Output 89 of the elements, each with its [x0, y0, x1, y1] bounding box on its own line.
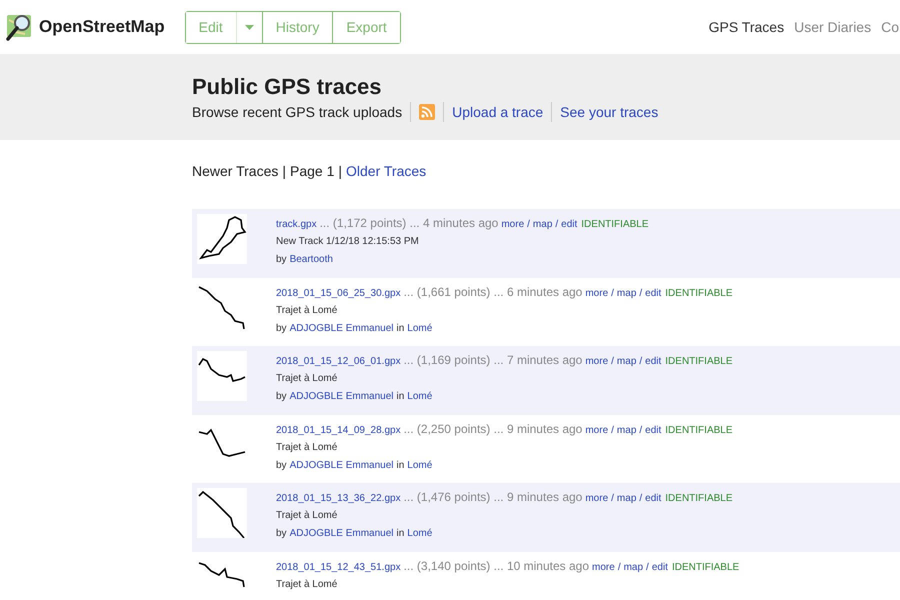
user-link[interactable]: Beartooth [290, 254, 333, 265]
trace-meta: ... (1,476 points) ... 9 minutes ago [404, 490, 582, 504]
link-separator: / [646, 562, 649, 572]
trace-action-link[interactable]: map [616, 288, 636, 298]
trace-description: Trajet à Lomé [276, 373, 338, 384]
site-title[interactable]: OpenStreetMap [39, 17, 165, 37]
trace-action-link[interactable]: edit [645, 288, 662, 298]
trace-file-link[interactable]: 2018_01_15_06_25_30.gpx [276, 288, 401, 298]
nav-link[interactable]: Co [881, 19, 899, 35]
trace-action-link[interactable]: more [585, 493, 608, 504]
visibility-label: IDENTIFIABLE [665, 424, 733, 436]
trace-file-link[interactable]: 2018_01_15_14_09_28.gpx [276, 424, 401, 436]
trace-action-link[interactable]: more [501, 219, 524, 230]
link-separator: / [555, 219, 558, 230]
track-thumbnail[interactable] [197, 488, 247, 538]
older-traces-link[interactable]: Older Traces [346, 163, 426, 179]
pager-text: Newer Traces [192, 163, 278, 179]
trace-file-link[interactable]: 2018_01_15_12_43_51.gpx [276, 562, 401, 572]
banner-link[interactable]: Upload a trace [452, 104, 544, 120]
trace-description: Trajet à Lomé [276, 578, 338, 590]
location-link[interactable]: Lomé [407, 460, 432, 470]
trace-file-link[interactable]: 2018_01_15_13_36_22.gpx [276, 493, 401, 504]
trace-meta: ... (2,250 points) ... 9 minutes ago [404, 422, 582, 436]
user-link[interactable]: ADJOGBLE Emmanuel [290, 460, 394, 470]
caret-icon [244, 24, 254, 30]
pager-separator: | [282, 163, 286, 179]
trace-file-link[interactable]: 2018_01_15_12_06_01.gpx [276, 356, 401, 367]
visibility-label: IDENTIFIABLE [665, 288, 733, 298]
trace-description: Trajet à Lomé [276, 442, 338, 452]
trace-action-link[interactable]: edit [652, 562, 668, 572]
trace-description: Trajet à Lomé [276, 304, 338, 316]
trace-action-link[interactable]: edit [561, 219, 578, 230]
location-link[interactable]: Lomé [407, 391, 432, 402]
in-label: in [396, 460, 404, 470]
user-link[interactable]: ADJOGBLE Emmanuel [290, 391, 394, 402]
nav-link[interactable]: User Diaries [794, 19, 872, 35]
trace-action-link[interactable]: map [532, 219, 552, 230]
visibility-label: IDENTIFIABLE [665, 493, 733, 504]
track-thumbnail[interactable] [197, 351, 247, 401]
trace-action-link[interactable]: edit [645, 493, 662, 504]
trace-action-link[interactable]: map [624, 562, 644, 572]
link-separator: / [618, 562, 621, 572]
trace-action-link[interactable]: edit [645, 356, 662, 367]
visibility-label: IDENTIFIABLE [581, 219, 649, 230]
trace-action-link[interactable]: more [585, 356, 608, 367]
link-separator: / [527, 219, 530, 230]
in-label: in [396, 322, 404, 334]
in-label: in [396, 391, 404, 402]
trace-description: New Track 1/12/18 12:15:53 PM [276, 236, 420, 247]
visibility-label: IDENTIFIABLE [672, 562, 740, 572]
trace-action-link[interactable]: map [616, 356, 636, 367]
link-separator: / [639, 356, 642, 367]
trace-file-link[interactable]: track.gpx [276, 219, 317, 230]
link-separator: / [611, 288, 614, 298]
user-link[interactable]: ADJOGBLE Emmanuel [290, 528, 394, 539]
in-label: in [396, 528, 404, 539]
link-separator: / [611, 424, 614, 436]
user-link[interactable]: ADJOGBLE Emmanuel [290, 322, 394, 334]
trace-meta: ... (1,661 points) ... 6 minutes ago [404, 284, 582, 298]
by-label: by [276, 460, 287, 470]
location-link[interactable]: Lomé [407, 528, 432, 539]
trace-meta: ... (1,172 points) ... 4 minutes ago [320, 216, 498, 230]
banner-link[interactable]: See your traces [560, 104, 658, 120]
trace-action-link[interactable]: edit [645, 424, 662, 436]
by-label: by [276, 254, 287, 265]
trace-action-link[interactable]: map [616, 424, 636, 436]
page-subtitle: Browse recent GPS track uploads [192, 104, 402, 120]
trace-action-link[interactable]: more [585, 424, 608, 436]
link-separator: / [639, 424, 642, 436]
pager-separator: | [338, 163, 342, 179]
by-label: by [276, 528, 287, 539]
trace-action-link[interactable]: map [616, 493, 636, 504]
nav-link[interactable]: GPS Traces [708, 19, 784, 35]
trace-meta: ... (1,169 points) ... 7 minutes ago [404, 353, 582, 367]
location-link[interactable]: Lomé [407, 322, 432, 334]
link-separator: / [611, 493, 614, 504]
trace-action-link[interactable]: more [585, 288, 608, 298]
visibility-label: IDENTIFIABLE [665, 356, 733, 367]
by-label: by [276, 391, 287, 402]
trace-meta: ... (3,140 points) ... 10 minutes ago [404, 558, 590, 572]
link-separator: / [611, 356, 614, 367]
trace-description: Trajet à Lomé [276, 510, 338, 521]
page-title: Public GPS traces [192, 74, 383, 100]
link-separator: / [639, 288, 642, 298]
link-separator: / [639, 493, 642, 504]
pager-text: Page 1 [290, 163, 334, 179]
track-thumbnail[interactable] [197, 214, 247, 264]
by-label: by [276, 322, 287, 334]
trace-action-link[interactable]: more [592, 562, 615, 572]
